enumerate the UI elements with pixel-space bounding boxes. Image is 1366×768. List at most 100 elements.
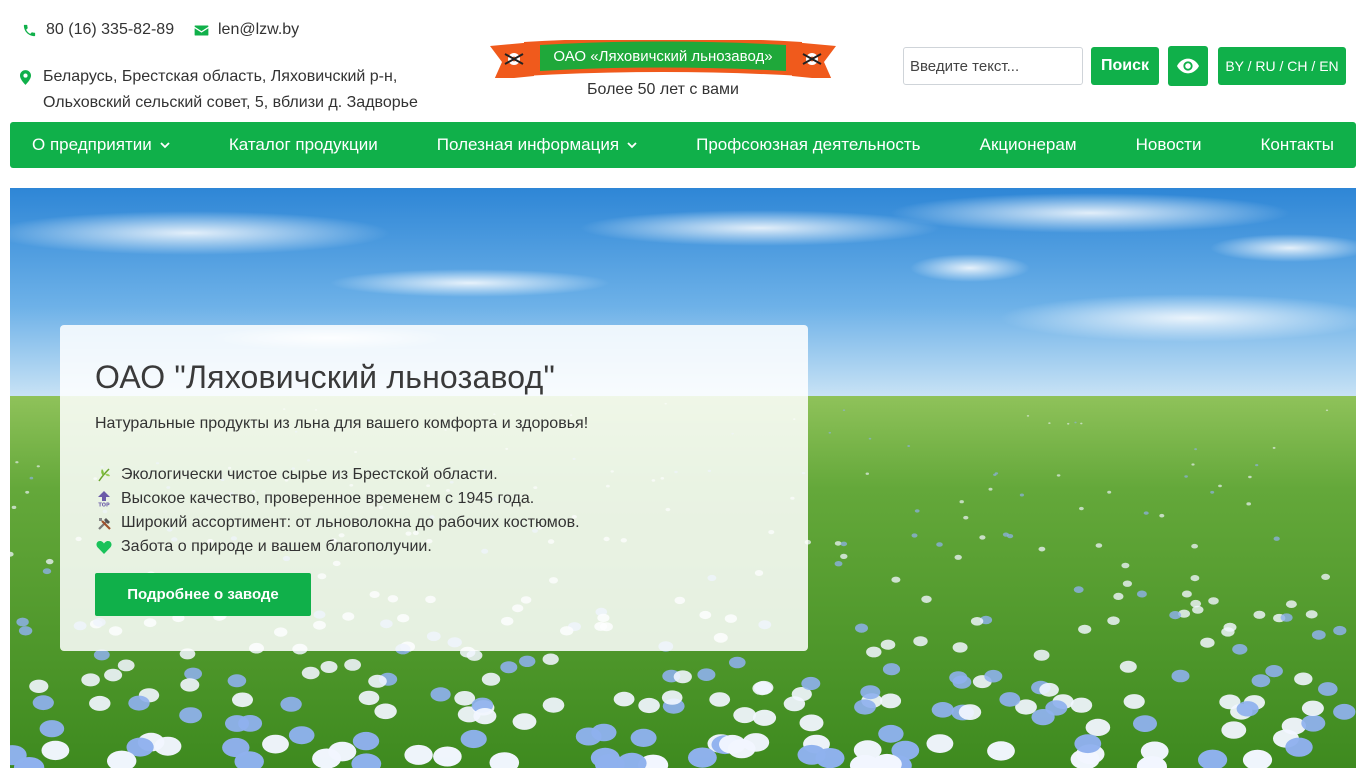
- flax-flower: [959, 500, 964, 504]
- flax-flower: [89, 695, 111, 711]
- flax-flower: [227, 674, 247, 688]
- language-switcher[interactable]: BY / RU / CH / EN: [1218, 47, 1346, 85]
- main-nav: О предприятии Каталог продукции Полезная…: [10, 122, 1356, 168]
- feature-text: Высокое качество, проверенное временем с…: [121, 490, 535, 507]
- flax-flower: [855, 623, 868, 633]
- flax-flower: [799, 714, 824, 732]
- flax-flower: [288, 726, 315, 745]
- flax-flower: [179, 707, 203, 724]
- flax-flower: [733, 707, 757, 724]
- flax-flower: [842, 409, 846, 411]
- logo-text: ОАО «Ляховичский льнозавод»: [553, 48, 773, 65]
- flax-flower: [117, 659, 135, 672]
- flax-flower: [1121, 562, 1130, 569]
- phone-number[interactable]: 80 (16) 335-82-89: [46, 21, 174, 39]
- flax-flower: [1133, 715, 1157, 732]
- nav-item-trade-union[interactable]: Профсоюзная деятельность: [696, 135, 920, 155]
- flax-flower: [1301, 714, 1326, 732]
- flax-flower: [1095, 543, 1103, 548]
- flax-flower: [1107, 616, 1120, 625]
- flax-flower: [16, 617, 29, 627]
- email-address[interactable]: len@lzw.by: [218, 21, 299, 39]
- flax-flower: [1253, 610, 1266, 619]
- tools-icon: [95, 514, 113, 532]
- nav-item-label: Акционерам: [979, 135, 1077, 154]
- flax-flower: [727, 739, 756, 759]
- flax-flower: [1033, 649, 1050, 661]
- flax-flower: [1019, 493, 1024, 497]
- email-contact[interactable]: len@lzw.by: [192, 21, 299, 39]
- flax-flower: [1273, 536, 1280, 541]
- flax-flower: [404, 744, 433, 765]
- feature-text: Забота о природе и вашем благополучии.: [121, 538, 432, 555]
- address: Беларусь, Брестская область, Ляховичский…: [20, 64, 418, 116]
- phone-contact[interactable]: 80 (16) 335-82-89: [20, 21, 174, 39]
- nav-item-useful-info[interactable]: Полезная информация: [437, 135, 637, 155]
- address-line-1: Беларусь, Брестская область, Ляховичский…: [43, 68, 398, 85]
- flax-flower: [958, 704, 982, 720]
- flax-flower: [11, 505, 17, 509]
- feature-text: Экологически чистое сырье из Брестской о…: [121, 466, 498, 483]
- address-line-2: Ольховский сельский совет, 5, вблизи д. …: [43, 94, 418, 111]
- flax-flower: [575, 727, 602, 746]
- flax-flower: [840, 553, 848, 559]
- flax-flower: [1333, 703, 1356, 720]
- nav-item-news[interactable]: Новости: [1136, 135, 1202, 155]
- flax-flower: [36, 465, 40, 468]
- nav-item-about[interactable]: О предприятии: [32, 135, 170, 155]
- flax-flower: [1056, 474, 1061, 477]
- address-text: Беларусь, Брестская область, Ляховичский…: [43, 64, 418, 116]
- search-button[interactable]: Поиск: [1091, 47, 1159, 85]
- search-input[interactable]: [903, 47, 1083, 85]
- flax-flower: [688, 747, 717, 768]
- flax-flower: [914, 509, 920, 513]
- flax-flower: [1045, 700, 1068, 716]
- hero-title: ОАО "Ляховичский льнозавод": [95, 359, 556, 395]
- flax-flower: [673, 670, 692, 684]
- eye-icon: [1177, 58, 1199, 74]
- flax-flower: [936, 542, 943, 547]
- flax-flower: [1321, 573, 1330, 580]
- nav-item-catalog[interactable]: Каталог продукции: [229, 135, 378, 155]
- flax-flower: [262, 734, 289, 754]
- flax-flower: [1070, 697, 1093, 713]
- flax-flower: [328, 741, 357, 762]
- nav-item-contacts[interactable]: Контакты: [1261, 135, 1334, 155]
- flax-flower: [1113, 592, 1124, 600]
- flax-flower: [1191, 463, 1195, 466]
- site-logo[interactable]: ОАО «Ляховичский льнозавод»: [490, 37, 836, 83]
- flax-flower: [18, 626, 33, 636]
- hero-info-card: ОАО "Ляховичский льнозавод" Натуральные …: [60, 325, 808, 651]
- nav-item-shareholders[interactable]: Акционерам: [980, 135, 1077, 155]
- flax-flower: [29, 679, 49, 693]
- flax-flower: [358, 690, 380, 706]
- flax-flower: [41, 740, 70, 761]
- flax-flower: [1171, 669, 1190, 683]
- flax-flower: [630, 728, 657, 748]
- flax-flower: [926, 734, 954, 753]
- flax-flower: [1208, 597, 1219, 605]
- flax-flower: [797, 744, 826, 765]
- feature-item: TOP Высокое качество, проверенное времен…: [95, 487, 580, 511]
- about-factory-button[interactable]: Подробнее о заводе: [95, 573, 311, 616]
- herb-icon: [95, 466, 113, 484]
- nav-item-label: Контакты: [1260, 135, 1334, 154]
- flax-flower: [880, 693, 902, 709]
- flax-flower: [15, 461, 19, 464]
- flax-flower: [860, 685, 881, 700]
- flax-flower: [1333, 625, 1347, 636]
- flax-flower: [697, 668, 716, 681]
- flax-flower: [481, 672, 501, 686]
- flax-flower: [834, 541, 842, 546]
- flax-flower: [500, 661, 518, 674]
- flax-flower: [1218, 484, 1222, 488]
- flax-flower: [45, 558, 54, 565]
- flax-flower: [1280, 613, 1293, 622]
- flax-flower: [542, 697, 565, 713]
- hero-subtitle: Натуральные продукты из льна для вашего …: [95, 415, 589, 432]
- flax-flower: [970, 617, 984, 626]
- accessibility-button[interactable]: [1168, 46, 1208, 86]
- chevron-down-icon: [627, 141, 637, 149]
- flax-flower: [374, 703, 397, 720]
- flax-flower: [301, 666, 320, 680]
